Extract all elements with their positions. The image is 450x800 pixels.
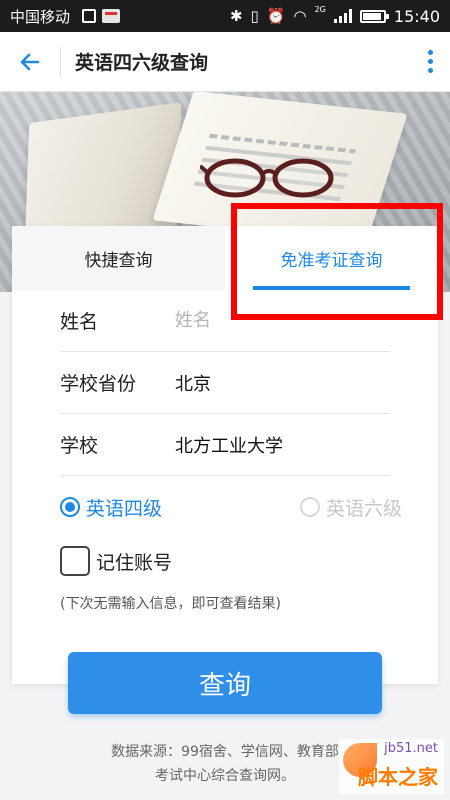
tab-quick-query[interactable]: 快捷查询	[12, 226, 225, 290]
radio-unchecked-icon	[299, 497, 320, 517]
app-notification-icon	[102, 9, 121, 23]
remember-label: 记住账号	[96, 551, 173, 574]
radio-checked-icon	[60, 497, 80, 517]
signal-icon	[333, 9, 352, 23]
province-value[interactable]: 北京	[175, 370, 211, 396]
carrier-name: 中国移动	[10, 7, 71, 26]
query-button[interactable]: 查询	[68, 652, 382, 714]
glasses-illustration	[200, 158, 334, 198]
more-dot-icon	[427, 50, 433, 55]
status-bar: 中国移动 ✱ ▯ ⏰ ◠ 2G 15:40	[0, 0, 450, 32]
radio-cet4-label: 英语四级	[86, 497, 163, 520]
back-arrow-icon	[20, 53, 40, 70]
back-button[interactable]	[0, 32, 60, 92]
province-label: 学校省份	[60, 373, 137, 395]
page-title: 英语四六级查询	[75, 52, 209, 74]
alarm-icon: ⏰	[266, 6, 286, 25]
more-options-button[interactable]	[410, 32, 450, 92]
more-dot-icon	[427, 68, 433, 73]
watermark-url: jb51.net	[384, 741, 438, 756]
radio-cet4[interactable]: 英语四级	[60, 494, 162, 521]
remember-hint: (下次无需输入信息，即可查看结果)	[60, 596, 281, 612]
more-dot-icon	[427, 59, 433, 64]
clock: 15:40	[393, 6, 440, 26]
highlight-annotation-box	[231, 203, 443, 320]
remember-checkbox[interactable]	[60, 546, 90, 576]
battery-icon	[359, 9, 389, 23]
exam-level-selector: 英语四级 英语六级	[60, 492, 402, 522]
wifi-icon: ◠	[293, 6, 307, 25]
screenshot-notification-icon	[82, 9, 97, 23]
province-row[interactable]: 学校省份 北京	[60, 352, 390, 414]
network-type-label: 2G	[314, 4, 326, 14]
radio-cet6-label: 英语六级	[325, 497, 402, 520]
radio-cet6[interactable]: 英语六级	[299, 494, 402, 521]
app-bar: 英语四六级查询	[0, 32, 450, 92]
school-row[interactable]: 学校 北方工业大学	[60, 414, 390, 476]
remember-account[interactable]: 记住账号	[60, 546, 172, 576]
vibrate-icon: ▯	[250, 6, 259, 25]
name-label: 姓名	[60, 311, 99, 333]
watermark-name: 脚本之家	[358, 765, 438, 789]
school-value[interactable]: 北方工业大学	[175, 432, 283, 458]
bluetooth-icon: ✱	[229, 6, 243, 25]
header-divider	[60, 46, 61, 77]
school-label: 学校	[60, 435, 99, 457]
site-watermark: jb51.net 脚本之家	[339, 739, 444, 794]
